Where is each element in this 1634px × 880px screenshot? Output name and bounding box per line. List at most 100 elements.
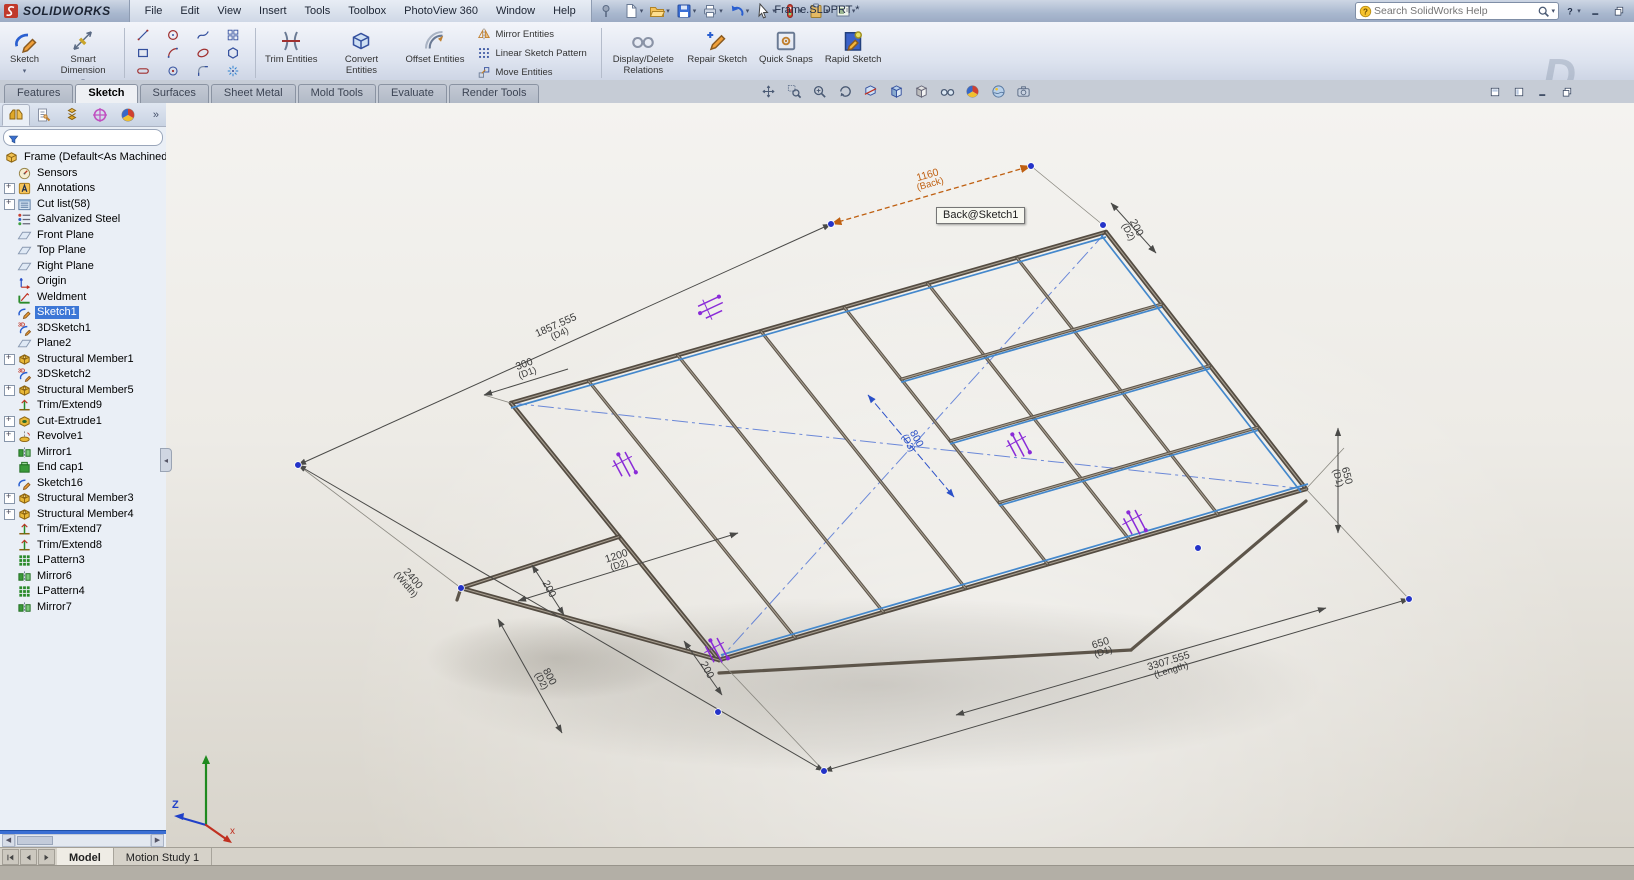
ribbon-tab[interactable]: Features: [4, 84, 73, 103]
tree-item[interactable]: Galvanized Steel: [0, 212, 166, 228]
tree-item[interactable]: Mirror1: [0, 445, 166, 461]
menu-item[interactable]: View: [208, 1, 250, 21]
command-button[interactable]: Convert Entities ▾: [324, 25, 398, 81]
quick-access-button[interactable]: ▾: [752, 1, 779, 21]
command-button[interactable]: Trim Entities ▾: [260, 25, 322, 81]
quick-access-button[interactable]: ▾: [673, 1, 700, 21]
menu-item[interactable]: PhotoView 360: [395, 1, 487, 21]
entity-tool-button[interactable]: ▾: [160, 62, 190, 80]
view-tool-button[interactable]: ▾: [784, 82, 810, 101]
entity-tool-button[interactable]: ▾: [130, 26, 160, 44]
expand-toggle[interactable]: [4, 416, 15, 427]
menu-item[interactable]: Tools: [296, 1, 340, 21]
smart-dimension-button[interactable]: Smart Dimension ▾: [46, 25, 120, 81]
expand-toggle[interactable]: [4, 509, 15, 520]
panel-splitter-handle[interactable]: ◂: [160, 448, 172, 472]
command-button[interactable]: Repair Sketch ▾: [682, 25, 752, 81]
manager-tab[interactable]: [2, 104, 30, 126]
command-button[interactable]: Mirror Entities ▾: [472, 25, 596, 44]
command-button[interactable]: Offset Entities ▾: [400, 25, 469, 81]
entity-tool-button[interactable]: ▾: [190, 62, 220, 80]
ribbon-tab[interactable]: Mold Tools: [298, 84, 376, 103]
quick-access-button[interactable]: ▾: [805, 1, 832, 21]
tree-item[interactable]: Sketch16: [0, 476, 166, 492]
entity-tool-button[interactable]: ▾: [160, 26, 190, 44]
view-tool-button[interactable]: ▾: [937, 82, 963, 101]
tree-item[interactable]: Structural Member5: [0, 383, 166, 399]
entity-tool-button[interactable]: ▾: [130, 44, 160, 62]
search-input[interactable]: [1372, 4, 1537, 18]
ribbon-tab[interactable]: Evaluate: [378, 84, 447, 103]
tree-item[interactable]: End cap1: [0, 460, 166, 476]
entity-tool-button[interactable]: ▾: [190, 26, 220, 44]
tree-item[interactable]: Top Plane: [0, 243, 166, 259]
view-tool-button[interactable]: ▾: [911, 82, 937, 101]
menu-item[interactable]: Insert: [250, 1, 296, 21]
scroll-right-icon[interactable]: ▶: [151, 834, 164, 847]
quick-access-button[interactable]: ▾: [646, 1, 673, 21]
ribbon-tab[interactable]: Render Tools: [449, 84, 540, 103]
tree-item[interactable]: 3D 3DSketch2: [0, 367, 166, 383]
tree-item[interactable]: Structural Member1: [0, 352, 166, 368]
tree-item[interactable]: Cut-Extrude1: [0, 414, 166, 430]
tree-item[interactable]: Trim/Extend7: [0, 522, 166, 538]
tree-item[interactable]: Right Plane: [0, 259, 166, 275]
view-tool-button[interactable]: ▾: [809, 82, 835, 101]
tree-item[interactable]: Plane2: [0, 336, 166, 352]
command-button[interactable]: Rapid Sketch ▾: [820, 25, 887, 81]
view-tool-button[interactable]: ▾: [860, 82, 886, 101]
quick-access-button[interactable]: ▾: [620, 1, 647, 21]
menu-item[interactable]: Edit: [171, 1, 208, 21]
tree-item[interactable]: Mirror6: [0, 569, 166, 585]
ribbon-tab[interactable]: Surfaces: [140, 84, 209, 103]
expand-toggle[interactable]: [4, 183, 15, 194]
command-button[interactable]: Display/Delete Relations ▾: [606, 25, 680, 81]
expand-toggle[interactable]: [4, 493, 15, 504]
manager-tab[interactable]: [86, 104, 114, 126]
manager-tab-overflow[interactable]: »: [148, 109, 164, 121]
tree-item[interactable]: Frame (Default<As Machined><: [0, 150, 166, 166]
ribbon-tab[interactable]: Sketch: [75, 84, 137, 104]
help-button[interactable]: ?▾: [1563, 3, 1582, 20]
scrollbar-thumb[interactable]: [17, 836, 53, 845]
tree-horizontal-scrollbar[interactable]: ◀ ▶: [2, 834, 164, 846]
entity-tool-button[interactable]: ▾: [190, 44, 220, 62]
view-tool-button[interactable]: ▾: [962, 82, 988, 101]
scroll-left-icon[interactable]: ◀: [2, 834, 15, 847]
quick-access-button[interactable]: ▾: [726, 1, 753, 21]
document-window-button[interactable]: [1509, 83, 1528, 100]
graphics-viewport[interactable]: Zx 1857.555(D4)1160(Back)200(D2)300(D1)8…: [166, 103, 1634, 848]
view-tool-button[interactable]: ▾: [1013, 82, 1039, 101]
tree-item[interactable]: 3D 3DSketch1: [0, 321, 166, 337]
quick-access-button[interactable]: ▾: [699, 1, 726, 21]
view-tool-button[interactable]: ▾: [835, 82, 861, 101]
tree-item[interactable]: LPattern3: [0, 553, 166, 569]
entity-tool-button[interactable]: ▾: [220, 26, 250, 44]
entity-tool-button[interactable]: ▾: [220, 44, 250, 62]
tree-item[interactable]: Annotations: [0, 181, 166, 197]
search-magnifier-icon[interactable]: [1537, 5, 1550, 18]
command-button[interactable]: Move Entities ▾: [472, 63, 596, 82]
ribbon-tab[interactable]: Sheet Metal: [211, 84, 296, 103]
tree-item[interactable]: Revolve1: [0, 429, 166, 445]
tree-item[interactable]: Mirror7: [0, 600, 166, 616]
quick-access-button[interactable]: ▾: [832, 1, 859, 21]
tab-nav-button[interactable]: [20, 849, 37, 865]
pin-icon[interactable]: [598, 3, 614, 19]
tree-item[interactable]: Front Plane: [0, 228, 166, 244]
tree-item[interactable]: Weldment: [0, 290, 166, 306]
tree-item[interactable]: Sketch1: [0, 305, 166, 321]
window-restore-button[interactable]: [1609, 3, 1628, 20]
expand-toggle[interactable]: [4, 385, 15, 396]
tree-item[interactable]: Cut list(58): [0, 197, 166, 213]
window-minimize-button[interactable]: [1586, 3, 1605, 20]
manager-tab[interactable]: [58, 104, 86, 126]
entity-tool-button[interactable]: ▾: [130, 62, 160, 80]
menu-item[interactable]: Toolbox: [339, 1, 395, 21]
tree-item[interactable]: Sensors: [0, 166, 166, 182]
manager-tab[interactable]: [114, 104, 142, 126]
search-dropdown-caret-icon[interactable]: ▾: [1551, 7, 1555, 15]
document-window-button[interactable]: [1533, 83, 1552, 100]
tree-item[interactable]: Structural Member4: [0, 507, 166, 523]
tree-item[interactable]: Trim/Extend9: [0, 398, 166, 414]
